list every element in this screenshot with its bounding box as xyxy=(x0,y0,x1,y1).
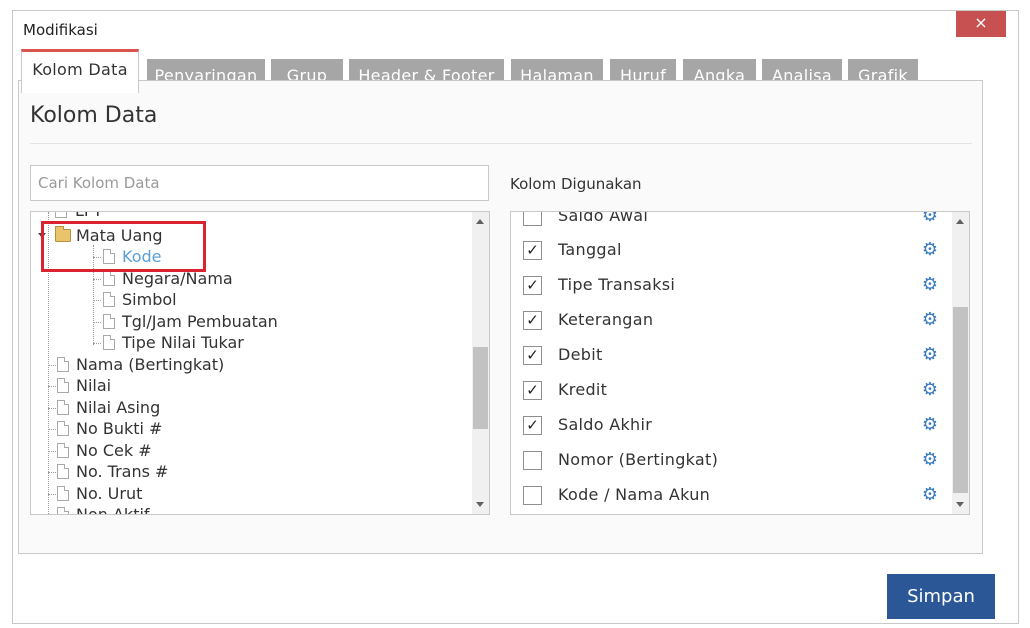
column-label: Saldo Awal xyxy=(558,211,649,225)
column-label: Keterangan xyxy=(558,310,654,329)
used-columns-label: Kolom Digunakan xyxy=(510,175,642,193)
search-input[interactable] xyxy=(30,165,489,201)
gear-icon[interactable]: ⚙ xyxy=(921,241,939,259)
document-icon xyxy=(57,507,69,514)
gear-icon[interactable]: ⚙ xyxy=(921,486,939,504)
list-item[interactable]: Nomor (Bertingkat) ⚙ xyxy=(511,443,951,478)
used-columns-list[interactable]: Saldo Awal ⚙ ✓ Tanggal ⚙ ✓ Tipe Transaks… xyxy=(510,211,970,515)
checkbox[interactable] xyxy=(523,486,542,505)
column-label: Kredit xyxy=(558,380,608,399)
document-icon xyxy=(103,335,115,350)
document-icon xyxy=(55,212,67,218)
checkbox[interactable]: ✓ xyxy=(523,311,542,330)
document-icon xyxy=(57,400,69,415)
tree-connector xyxy=(48,365,56,366)
column-label: Saldo Akhir xyxy=(558,415,653,434)
document-icon xyxy=(57,486,69,501)
list-item[interactable]: ✓ Tipe Transaksi ⚙ xyxy=(511,268,951,303)
gear-icon[interactable]: ⚙ xyxy=(921,212,939,225)
checkbox[interactable]: ✓ xyxy=(523,346,542,365)
document-icon xyxy=(103,292,115,307)
tree-item-label: Nilai xyxy=(76,376,112,395)
tree-item-label: No. Urut xyxy=(76,484,143,503)
scroll-thumb[interactable] xyxy=(473,347,488,429)
list-item[interactable]: ✓ Kredit ⚙ xyxy=(511,373,951,408)
column-label: Tipe Transaksi xyxy=(558,275,676,294)
tree-item-label: Nilai Asing xyxy=(76,398,161,417)
tree-connector xyxy=(48,472,56,473)
tab-kolom-data[interactable]: Kolom Data xyxy=(21,49,139,93)
gear-icon[interactable]: ⚙ xyxy=(921,451,939,469)
title-bar: Modifikasi × xyxy=(13,11,1018,47)
column-label: Kode / Nama Akun xyxy=(558,485,711,504)
kolom-data-panel: Kolom Data Kolom Digunakan LFT Mata Uang… xyxy=(18,80,983,554)
tree-connector xyxy=(93,300,101,301)
document-icon xyxy=(103,314,115,329)
tree-item-label: Non Aktif xyxy=(76,505,150,515)
checkbox[interactable]: ✓ xyxy=(523,381,542,400)
tree-scrollbar[interactable] xyxy=(472,212,489,514)
panel-heading: Kolom Data xyxy=(30,103,158,128)
scroll-up-arrow-icon[interactable] xyxy=(956,219,964,224)
tree-item-label: Tgl/Jam Pembuatan xyxy=(122,312,278,331)
list-item[interactable]: ✓ Tanggal ⚙ xyxy=(511,233,951,268)
document-icon xyxy=(57,464,69,479)
list-item[interactable]: Saldo Awal ⚙ xyxy=(511,211,951,234)
tree-connector xyxy=(48,429,56,430)
gear-icon[interactable]: ⚙ xyxy=(921,276,939,294)
gear-icon[interactable]: ⚙ xyxy=(921,346,939,364)
document-icon xyxy=(57,443,69,458)
tree-item-label: No Bukti # xyxy=(76,419,163,438)
tree-item-label: No. Trans # xyxy=(76,462,169,481)
tree-item-label: LFT xyxy=(75,212,103,221)
tree-connector xyxy=(48,386,56,387)
annotation-highlight xyxy=(41,221,206,272)
used-columns-scrollbar[interactable] xyxy=(952,212,969,514)
gear-icon[interactable]: ⚙ xyxy=(921,311,939,329)
tree-item-label: Simbol xyxy=(122,290,177,309)
scroll-up-arrow-icon[interactable] xyxy=(476,219,484,224)
scroll-thumb[interactable] xyxy=(953,307,968,493)
scroll-down-arrow-icon[interactable] xyxy=(956,502,964,507)
document-icon xyxy=(57,378,69,393)
tree-connector xyxy=(93,322,101,323)
close-button[interactable]: × xyxy=(956,11,1006,37)
column-label: Nomor (Bertingkat) xyxy=(558,450,719,469)
list-item[interactable]: Kode / Nama Akun ⚙ xyxy=(511,478,951,513)
checkbox[interactable]: ✓ xyxy=(523,276,542,295)
tree-connector xyxy=(48,408,56,409)
gear-icon[interactable]: ⚙ xyxy=(921,416,939,434)
document-icon xyxy=(57,421,69,436)
column-label: Tanggal xyxy=(558,240,622,259)
scroll-down-arrow-icon[interactable] xyxy=(476,502,484,507)
checkbox[interactable]: ✓ xyxy=(523,416,542,435)
window-title: Modifikasi xyxy=(23,21,98,39)
column-label: Debit xyxy=(558,345,603,364)
tree-connector xyxy=(48,451,56,452)
document-icon xyxy=(57,357,69,372)
tree-connector xyxy=(93,343,101,344)
divider xyxy=(30,143,972,144)
tree-item-label: No Cek # xyxy=(76,441,152,460)
list-item[interactable]: ✓ Keterangan ⚙ xyxy=(511,303,951,338)
document-icon xyxy=(103,271,115,286)
checkbox[interactable] xyxy=(523,451,542,470)
tree-connector xyxy=(93,279,101,280)
gear-icon[interactable]: ⚙ xyxy=(921,381,939,399)
save-button[interactable]: Simpan xyxy=(887,574,995,619)
tree-item-label: Nama (Bertingkat) xyxy=(76,355,225,374)
tree-item-label: Tipe Nilai Tukar xyxy=(122,333,244,352)
tree-connector xyxy=(48,494,56,495)
checkbox[interactable]: ✓ xyxy=(523,241,542,260)
list-item[interactable]: ✓ Saldo Akhir ⚙ xyxy=(511,408,951,443)
checkbox[interactable] xyxy=(523,212,542,226)
list-item[interactable]: ✓ Debit ⚙ xyxy=(511,338,951,373)
